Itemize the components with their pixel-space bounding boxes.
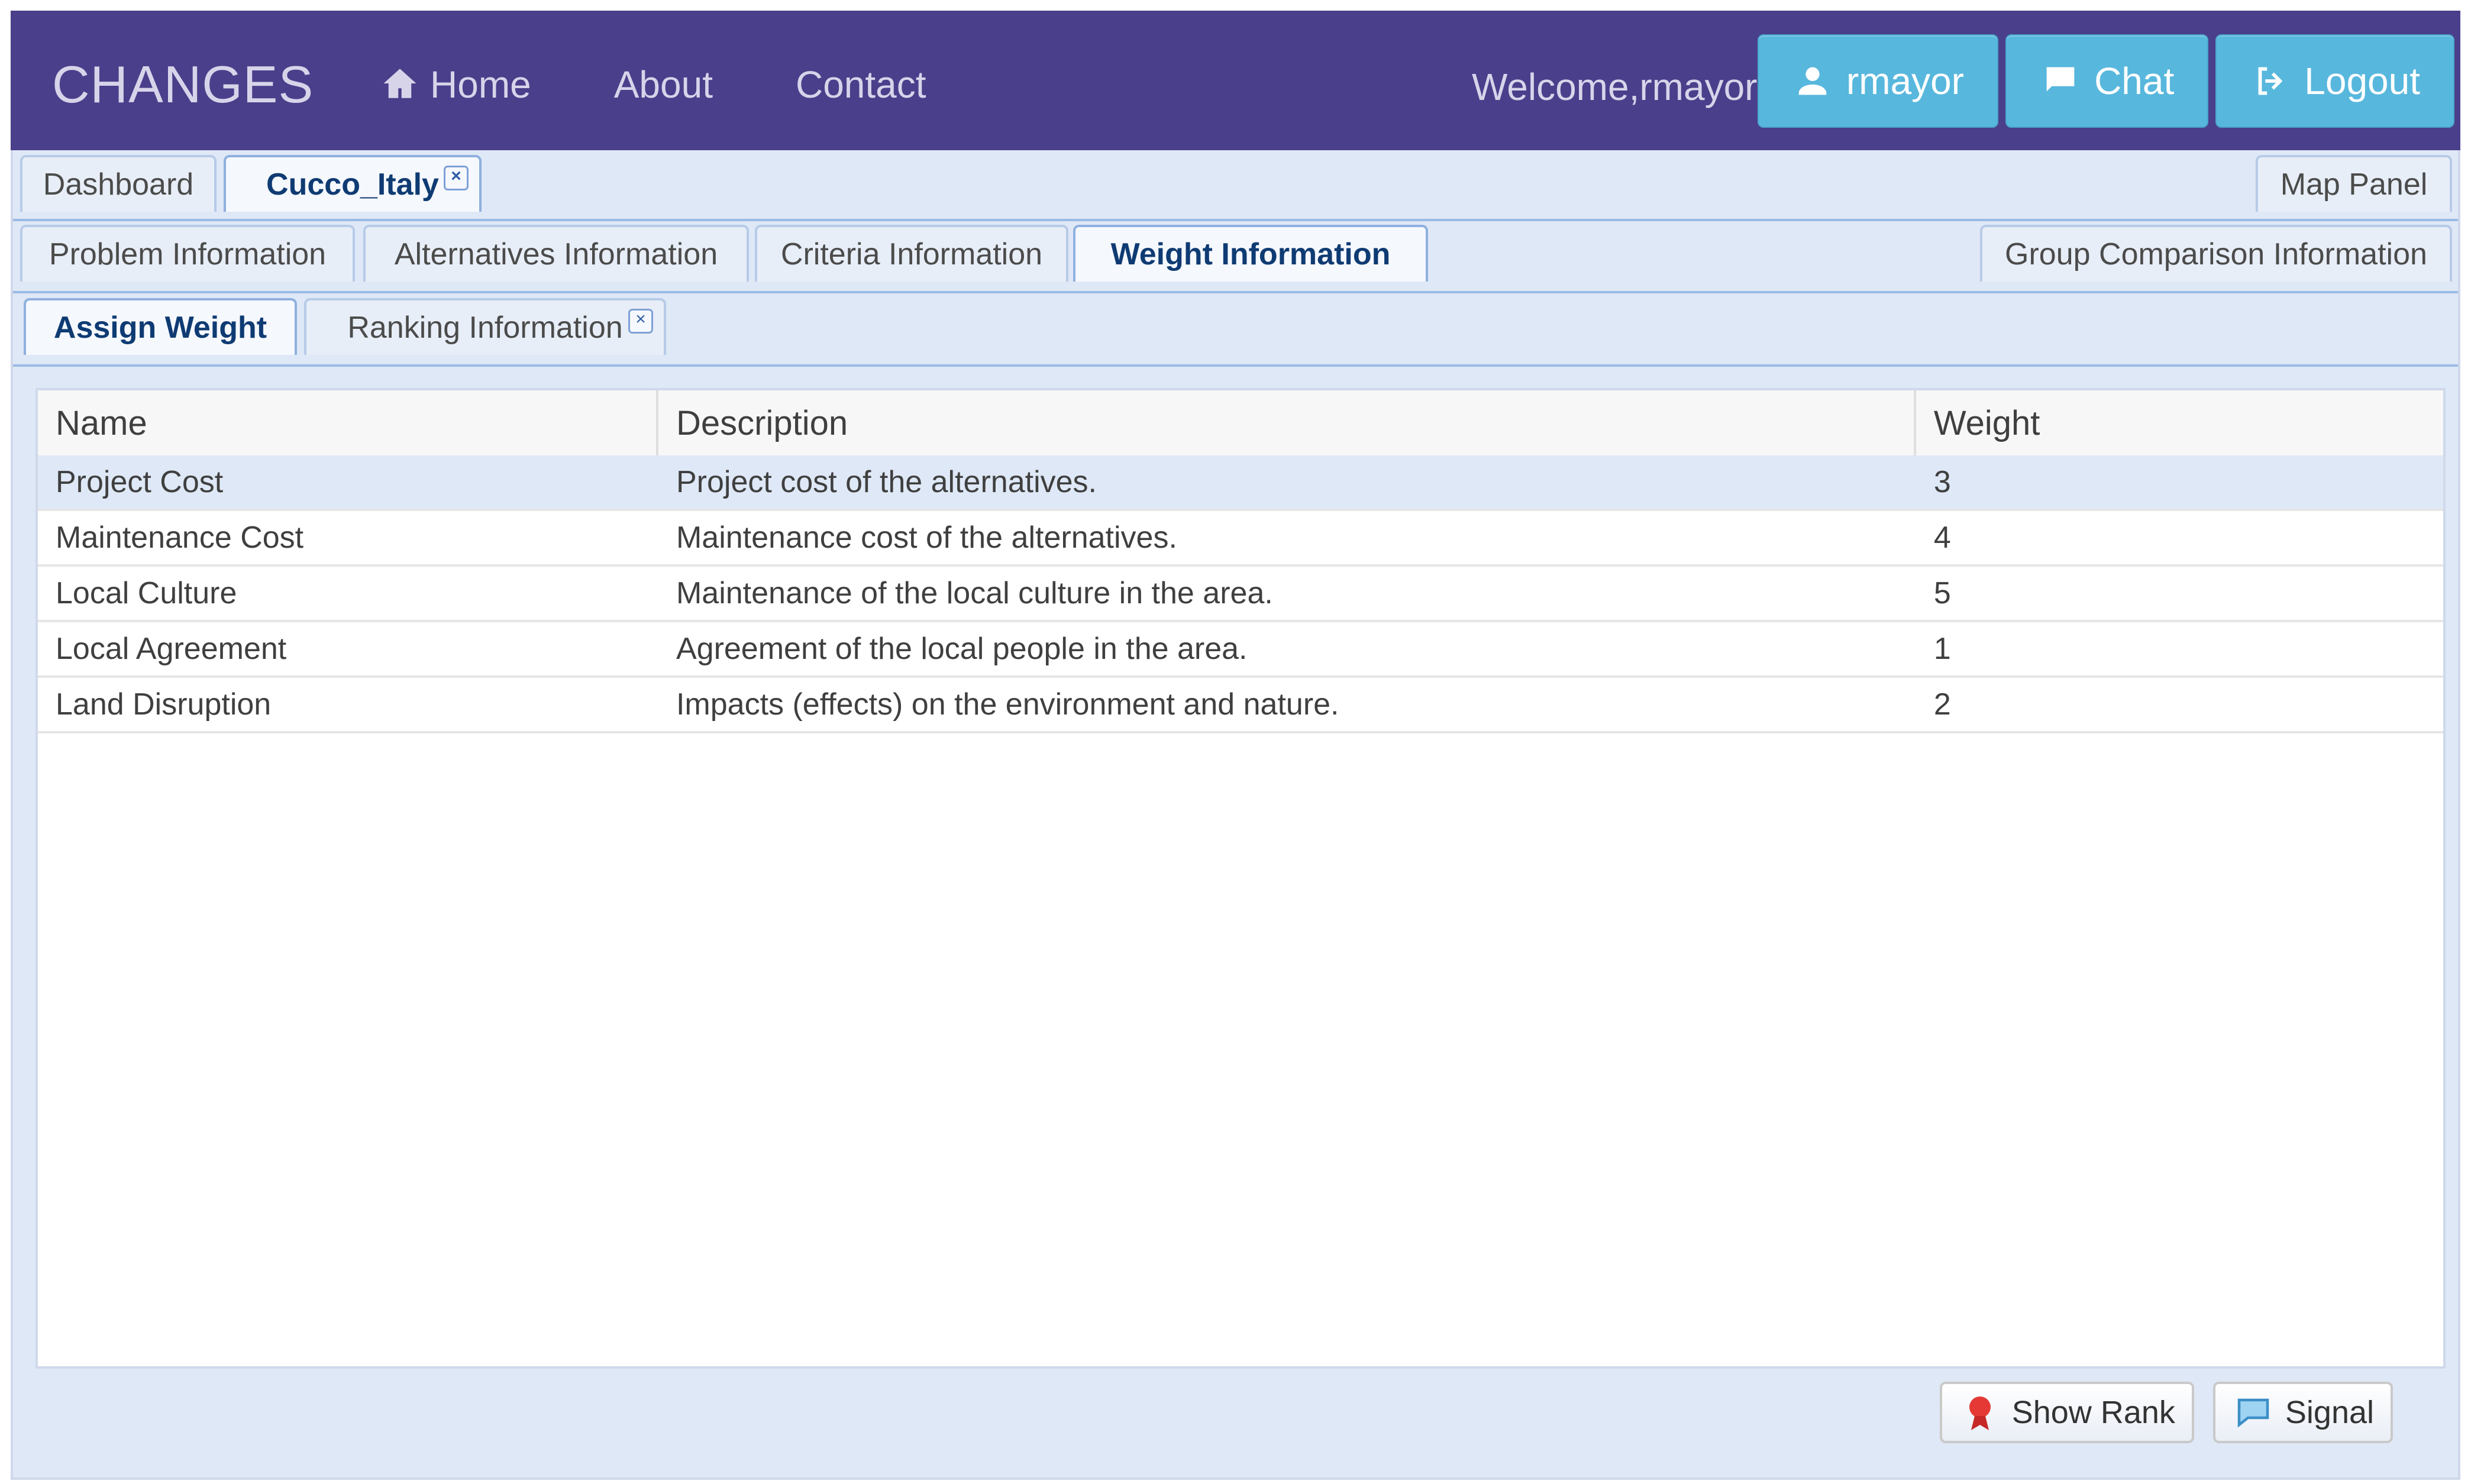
nav-contact-label: Contact	[795, 63, 926, 106]
cell-weight[interactable]: 3	[1916, 455, 2443, 509]
tab-group-comparison-information-label: Group Comparison Information	[2005, 237, 2427, 271]
cell-description: Project cost of the alternatives.	[676, 465, 1097, 499]
cell-name: Local Agreement	[56, 632, 287, 666]
nav-home[interactable]: Home	[380, 63, 531, 106]
nav-contact[interactable]: Contact	[796, 63, 926, 106]
tab-problem-information-label: Problem Information	[49, 237, 327, 271]
user-button[interactable]: rmayor	[1757, 34, 1999, 128]
ribbon-icon	[1959, 1391, 2001, 1434]
show-rank-label: Show Rank	[2011, 1395, 2175, 1430]
chat-button-label: Chat	[2094, 60, 2175, 102]
tab-divider	[13, 219, 2458, 221]
tab-dashboard[interactable]: Dashboard	[20, 155, 217, 212]
logout-icon	[2250, 60, 2291, 102]
tab-alternatives-information-label: Alternatives Information	[394, 237, 718, 271]
close-icon[interactable]: ×	[444, 166, 469, 190]
grid-rows: Project Cost Project cost of the alterna…	[38, 455, 2443, 733]
main-nav: Home About Contact	[380, 63, 926, 106]
tab-map-panel[interactable]: Map Panel	[2256, 155, 2452, 212]
close-icon[interactable]: ×	[628, 309, 653, 334]
signal-button[interactable]: Signal	[2212, 1382, 2393, 1443]
column-header-description[interactable]: Description	[658, 390, 1916, 455]
tab-alternatives-information[interactable]: Alternatives Information	[363, 225, 749, 282]
column-header-name[interactable]: Name	[38, 390, 658, 455]
table-row[interactable]: Local Agreement Agreement of the local p…	[38, 622, 2443, 678]
column-header-weight[interactable]: Weight	[1916, 390, 2443, 455]
chat-icon	[2040, 60, 2081, 102]
tab-dashboard-label: Dashboard	[43, 167, 194, 202]
cell-name: Maintenance Cost	[56, 520, 304, 555]
nav-about[interactable]: About	[614, 63, 713, 106]
tab-weight-information[interactable]: Weight Information	[1073, 225, 1428, 282]
signal-label: Signal	[2285, 1395, 2374, 1430]
tab-cucco-italy-label: Cucco_Italy	[266, 167, 439, 202]
cell-weight[interactable]: 2	[1916, 678, 2443, 731]
cell-description: Agreement of the local people in the are…	[676, 632, 1248, 666]
tab-divider	[13, 364, 2458, 367]
show-rank-button[interactable]: Show Rank	[1939, 1382, 2194, 1443]
workspace-panel: Dashboard Cucco_Italy × Map Panel Proble…	[11, 150, 2460, 1480]
logout-button[interactable]: Logout	[2215, 34, 2454, 128]
user-actions: rmayor Chat Logout	[1757, 34, 2454, 128]
criteria-weight-grid: Name Description Weight Project Cost Pro…	[35, 388, 2446, 1369]
nav-home-label: Home	[430, 63, 531, 106]
top-navigation: CHANGES Home About Contact Welcome,rmayo…	[11, 11, 2460, 150]
bottom-actions: Show Rank Signal	[1939, 1382, 2393, 1443]
information-tabbar: Problem Information Alternatives Informa…	[13, 225, 2458, 293]
tab-criteria-information-label: Criteria Information	[780, 237, 1043, 271]
speech-bubble-icon	[2232, 1391, 2275, 1434]
logout-button-label: Logout	[2304, 60, 2420, 102]
tab-divider	[13, 291, 2458, 293]
table-row[interactable]: Local Culture Maintenance of the local c…	[38, 567, 2443, 622]
project-tabbar: Dashboard Cucco_Italy × Map Panel	[13, 155, 2458, 224]
user-button-label: rmayor	[1846, 60, 1965, 102]
chat-button[interactable]: Chat	[2005, 34, 2209, 128]
table-row[interactable]: Project Cost Project cost of the alterna…	[38, 455, 2443, 511]
cell-description: Maintenance of the local culture in the …	[676, 576, 1273, 610]
cell-description: Maintenance cost of the alternatives.	[676, 520, 1177, 555]
home-icon	[380, 64, 419, 103]
cell-name: Project Cost	[56, 465, 224, 499]
cell-name: Land Disruption	[56, 687, 272, 722]
app-frame: CHANGES Home About Contact Welcome,rmayo…	[11, 11, 2460, 1480]
user-icon	[1792, 60, 1833, 102]
tab-ranking-information[interactable]: Ranking Information ×	[304, 298, 666, 355]
tab-group-comparison-information[interactable]: Group Comparison Information	[1980, 225, 2452, 282]
tab-weight-information-label: Weight Information	[1110, 237, 1391, 271]
cell-weight[interactable]: 4	[1916, 511, 2443, 564]
brand: CHANGES	[52, 55, 314, 114]
tab-ranking-information-label: Ranking Information	[347, 311, 623, 345]
tab-cucco-italy[interactable]: Cucco_Italy ×	[224, 155, 482, 212]
weight-subtabs: Assign Weight Ranking Information ×	[13, 298, 2458, 367]
tab-assign-weight-label: Assign Weight	[53, 311, 267, 345]
cell-weight[interactable]: 1	[1916, 622, 2443, 675]
tab-criteria-information[interactable]: Criteria Information	[755, 225, 1068, 282]
table-row[interactable]: Maintenance Cost Maintenance cost of the…	[38, 511, 2443, 567]
table-row[interactable]: Land Disruption Impacts (effects) on the…	[38, 678, 2443, 733]
nav-about-label: About	[613, 63, 713, 106]
tab-problem-information[interactable]: Problem Information	[20, 225, 355, 282]
tab-assign-weight[interactable]: Assign Weight	[24, 298, 297, 355]
cell-name: Local Culture	[56, 576, 237, 610]
cell-weight[interactable]: 5	[1916, 567, 2443, 620]
cell-description: Impacts (effects) on the environment and…	[676, 687, 1339, 722]
grid-header: Name Description Weight	[38, 390, 2443, 458]
tab-map-panel-label: Map Panel	[2280, 167, 2428, 202]
welcome-text: Welcome,rmayor!	[1472, 66, 1768, 108]
